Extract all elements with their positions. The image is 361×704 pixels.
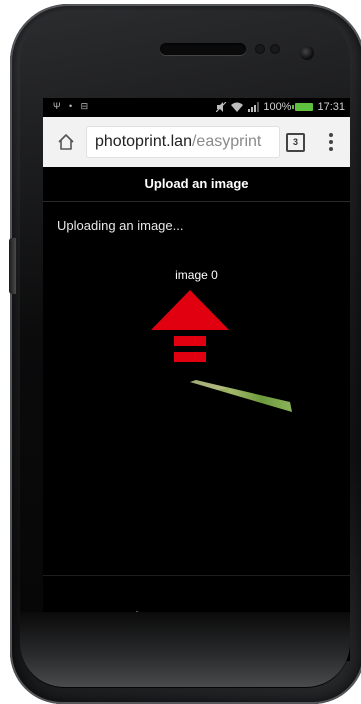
url-domain: photoprint.lan xyxy=(95,133,192,150)
uploading-image-thumbnail xyxy=(190,380,292,412)
volume-button xyxy=(9,238,16,294)
phone-screen: Ψ • ⊟ 100% 17:31 photoprint.lan/easyprin… xyxy=(43,98,350,661)
mute-icon xyxy=(216,102,227,112)
front-camera xyxy=(300,46,314,60)
address-bar[interactable]: photoprint.lan/easyprint xyxy=(87,127,279,157)
signal-icon xyxy=(248,102,260,112)
browser-toolbar: photoprint.lan/easyprint 3 xyxy=(43,117,350,167)
battery-icon xyxy=(292,103,314,111)
divider xyxy=(43,575,350,576)
battery-percent: 100% xyxy=(263,101,292,113)
wifi-icon xyxy=(231,102,244,112)
home-icon[interactable] xyxy=(57,133,75,151)
url-path: /easyprint xyxy=(191,133,262,150)
tab-switcher-button[interactable]: 3 xyxy=(286,133,305,152)
overflow-menu-icon[interactable] xyxy=(329,133,333,151)
page-title: Upload an image xyxy=(43,167,350,202)
notification-icons: Ψ • ⊟ xyxy=(53,101,92,111)
image-label: image 0 xyxy=(175,268,218,282)
earpiece-speaker xyxy=(160,43,246,55)
upload-status-text: Uploading an image... xyxy=(57,218,184,233)
clock-time: 17:31 xyxy=(317,101,345,113)
proximity-sensor xyxy=(255,44,265,54)
light-sensor xyxy=(270,44,280,54)
status-right-group: 100% 17:31 xyxy=(216,101,345,113)
phone-chin xyxy=(20,612,350,687)
status-bar: Ψ • ⊟ 100% 17:31 xyxy=(43,98,350,116)
upload-arrow-icon xyxy=(151,290,229,362)
